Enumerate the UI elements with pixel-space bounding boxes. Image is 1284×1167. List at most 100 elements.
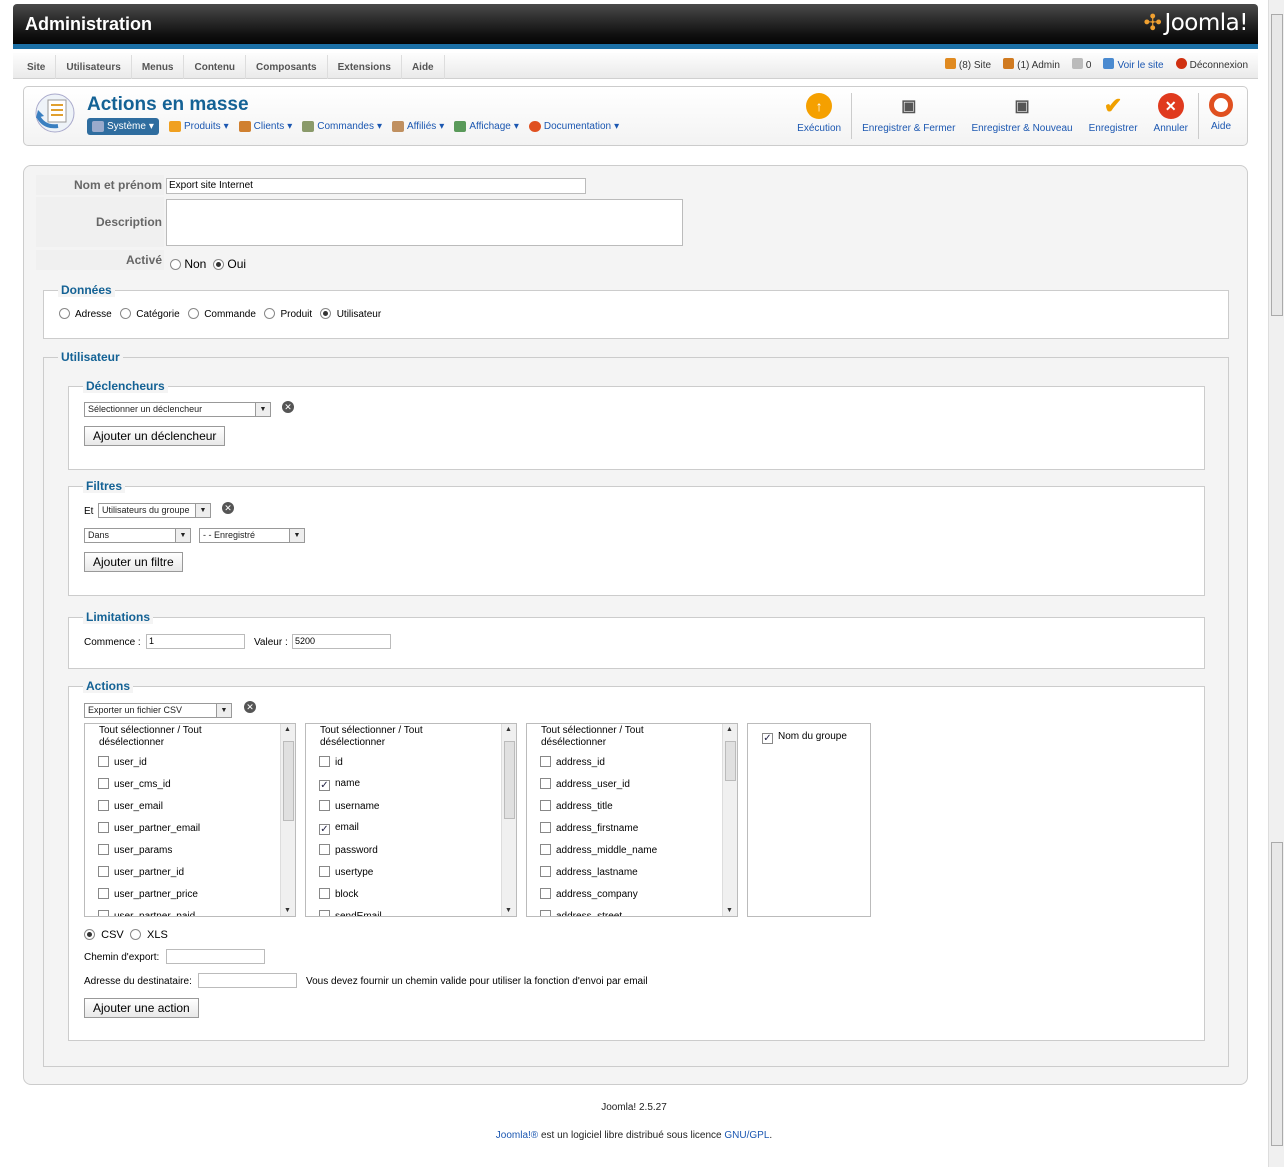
run-button[interactable]: ↑ Exécution: [789, 93, 849, 134]
list-item[interactable]: user_cms_id: [98, 778, 171, 790]
messages-count[interactable]: 0: [1071, 58, 1091, 71]
cms-user-fields-list[interactable]: Tout sélectionner / Tout désélectionner …: [305, 723, 517, 917]
joomla-logo[interactable]: ✣ Joomla!: [1144, 10, 1249, 36]
group-fields-list[interactable]: ✓ Nom du groupe: [747, 723, 871, 917]
start-input[interactable]: 1: [146, 634, 245, 649]
address-fields-list[interactable]: Tout sélectionner / Tout désélectionner …: [526, 723, 738, 917]
cart-icon: [302, 121, 315, 132]
help-button[interactable]: Aide: [1201, 93, 1241, 132]
data-option-address[interactable]: Adresse: [59, 308, 112, 320]
joomla-link[interactable]: Joomla!®: [496, 1130, 538, 1141]
gpl-link[interactable]: GNU/GPL: [724, 1130, 769, 1141]
menu-help[interactable]: Aide: [402, 55, 445, 79]
logout-link[interactable]: Déconnexion: [1175, 58, 1248, 71]
submenu-affiliates[interactable]: Affiliés ▾: [392, 121, 444, 132]
data-option-user[interactable]: Utilisateur: [320, 308, 381, 320]
remove-action-icon[interactable]: ✕: [244, 701, 256, 713]
list-item[interactable]: address_title: [540, 800, 613, 812]
menu-site[interactable]: Site: [17, 55, 57, 79]
chevron-down-icon: ▼: [175, 529, 190, 542]
scrollbar-thumb[interactable]: [1271, 842, 1283, 1146]
data-option-product[interactable]: Produit: [263, 308, 312, 320]
list-item[interactable]: user_partner_paid: [98, 910, 195, 916]
list-item[interactable]: address_street: [540, 910, 622, 916]
description-textarea[interactable]: [166, 199, 683, 246]
footer-version: Joomla! 2.5.27: [601, 1102, 667, 1113]
list-item[interactable]: address_lastname: [540, 866, 638, 878]
save-button[interactable]: ✔ Enregistrer: [1081, 93, 1146, 134]
data-option-order[interactable]: Commande: [187, 308, 256, 320]
save-new-button[interactable]: ▣ Enregistrer & Nouveau: [963, 93, 1080, 134]
submenu-system[interactable]: Système ▾: [87, 118, 159, 135]
list-item[interactable]: block: [319, 888, 358, 900]
limits-legend: Limitations: [83, 610, 154, 624]
active-no-radio[interactable]: [170, 259, 181, 270]
list-item[interactable]: user_email: [98, 800, 163, 812]
submenu-orders[interactable]: Commandes ▾: [302, 121, 382, 132]
list-scrollbar[interactable]: ▲ ▼: [280, 724, 295, 916]
main-form: Nom et prénom Export site Internet Descr…: [23, 165, 1248, 1085]
list-item[interactable]: user_partner_price: [98, 888, 198, 900]
list-item[interactable]: sendEmail: [319, 910, 382, 916]
format-xls-radio[interactable]: XLS: [129, 929, 168, 941]
recipient-input[interactable]: [198, 973, 297, 988]
remove-filter-icon[interactable]: ✕: [222, 502, 234, 514]
list-item[interactable]: usertype: [319, 866, 373, 878]
group-name-option[interactable]: ✓ Nom du groupe: [762, 731, 847, 744]
select-all-link[interactable]: Tout sélectionner / Tout désélectionner: [320, 725, 490, 749]
list-scrollbar[interactable]: ▲ ▼: [722, 724, 737, 916]
list-item[interactable]: address_middle_name: [540, 844, 657, 856]
name-input[interactable]: Export site Internet: [166, 178, 586, 194]
list-item[interactable]: user_partner_id: [98, 866, 184, 878]
list-item[interactable]: password: [319, 844, 378, 856]
menu-menus[interactable]: Menus: [132, 55, 185, 79]
active-yes-radio[interactable]: [213, 259, 225, 270]
export-path-input[interactable]: [166, 949, 265, 964]
scrollbar-thumb[interactable]: [1271, 14, 1283, 316]
submenu-clients[interactable]: Clients ▾: [238, 121, 292, 132]
site-visitors[interactable]: (8) Site: [944, 58, 991, 71]
view-site-link[interactable]: Voir le site: [1103, 58, 1164, 71]
add-trigger-button[interactable]: Ajouter un déclencheur: [84, 426, 226, 446]
list-item[interactable]: id: [319, 756, 343, 768]
list-item[interactable]: address_firstname: [540, 822, 638, 834]
action-select[interactable]: Exporter un fichier CSV ▼: [84, 703, 232, 718]
value-input[interactable]: 5200: [292, 634, 391, 649]
trigger-select[interactable]: Sélectionner un déclencheur ▼: [84, 402, 271, 417]
component-submenu: Système ▾ Produits ▾ Clients ▾ Commandes…: [87, 118, 619, 135]
select-all-link[interactable]: Tout sélectionner / Tout désélectionner: [541, 725, 711, 749]
list-item[interactable]: address_id: [540, 756, 605, 768]
list-item[interactable]: address_user_id: [540, 778, 630, 790]
list-item[interactable]: user_partner_email: [98, 822, 200, 834]
format-csv-radio[interactable]: CSV: [84, 929, 124, 941]
window-scrollbar[interactable]: [1268, 0, 1284, 1167]
filter-group-select[interactable]: Utilisateurs du groupe ▼: [98, 503, 211, 518]
select-all-link[interactable]: Tout sélectionner / Tout désélectionner: [99, 725, 269, 749]
list-item[interactable]: user_id: [98, 756, 147, 768]
menu-users[interactable]: Utilisateurs: [56, 55, 132, 79]
menu-extensions[interactable]: Extensions: [328, 55, 402, 79]
menu-content[interactable]: Contenu: [184, 55, 247, 79]
list-item[interactable]: user_params: [98, 844, 172, 856]
filter-registered-select[interactable]: - - Enregistré ▼: [199, 528, 305, 543]
user-icon: [1003, 58, 1015, 69]
admin-visitors[interactable]: (1) Admin: [1003, 58, 1060, 71]
list-item[interactable]: username: [319, 800, 379, 812]
user-fields-list[interactable]: Tout sélectionner / Tout désélectionner …: [84, 723, 296, 917]
submenu-products[interactable]: Produits ▾: [168, 121, 229, 132]
filter-in-select[interactable]: Dans ▼: [84, 528, 191, 543]
submenu-documentation[interactable]: Documentation ▾: [528, 121, 619, 132]
add-action-button[interactable]: Ajouter une action: [84, 998, 199, 1018]
add-filter-button[interactable]: Ajouter un filtre: [84, 552, 183, 572]
logout-icon: [1175, 58, 1187, 69]
menu-components[interactable]: Composants: [246, 55, 328, 79]
list-item[interactable]: address_company: [540, 888, 638, 900]
list-item[interactable]: ✓ name: [319, 778, 360, 791]
submenu-display[interactable]: Affichage ▾: [454, 121, 519, 132]
list-item[interactable]: ✓ email: [319, 822, 359, 835]
data-option-category[interactable]: Catégorie: [119, 308, 180, 320]
list-scrollbar[interactable]: ▲ ▼: [501, 724, 516, 916]
remove-trigger-icon[interactable]: ✕: [282, 401, 294, 413]
cancel-button[interactable]: ✕ Annuler: [1146, 93, 1196, 134]
save-close-button[interactable]: ▣ Enregistrer & Fermer: [854, 93, 963, 134]
